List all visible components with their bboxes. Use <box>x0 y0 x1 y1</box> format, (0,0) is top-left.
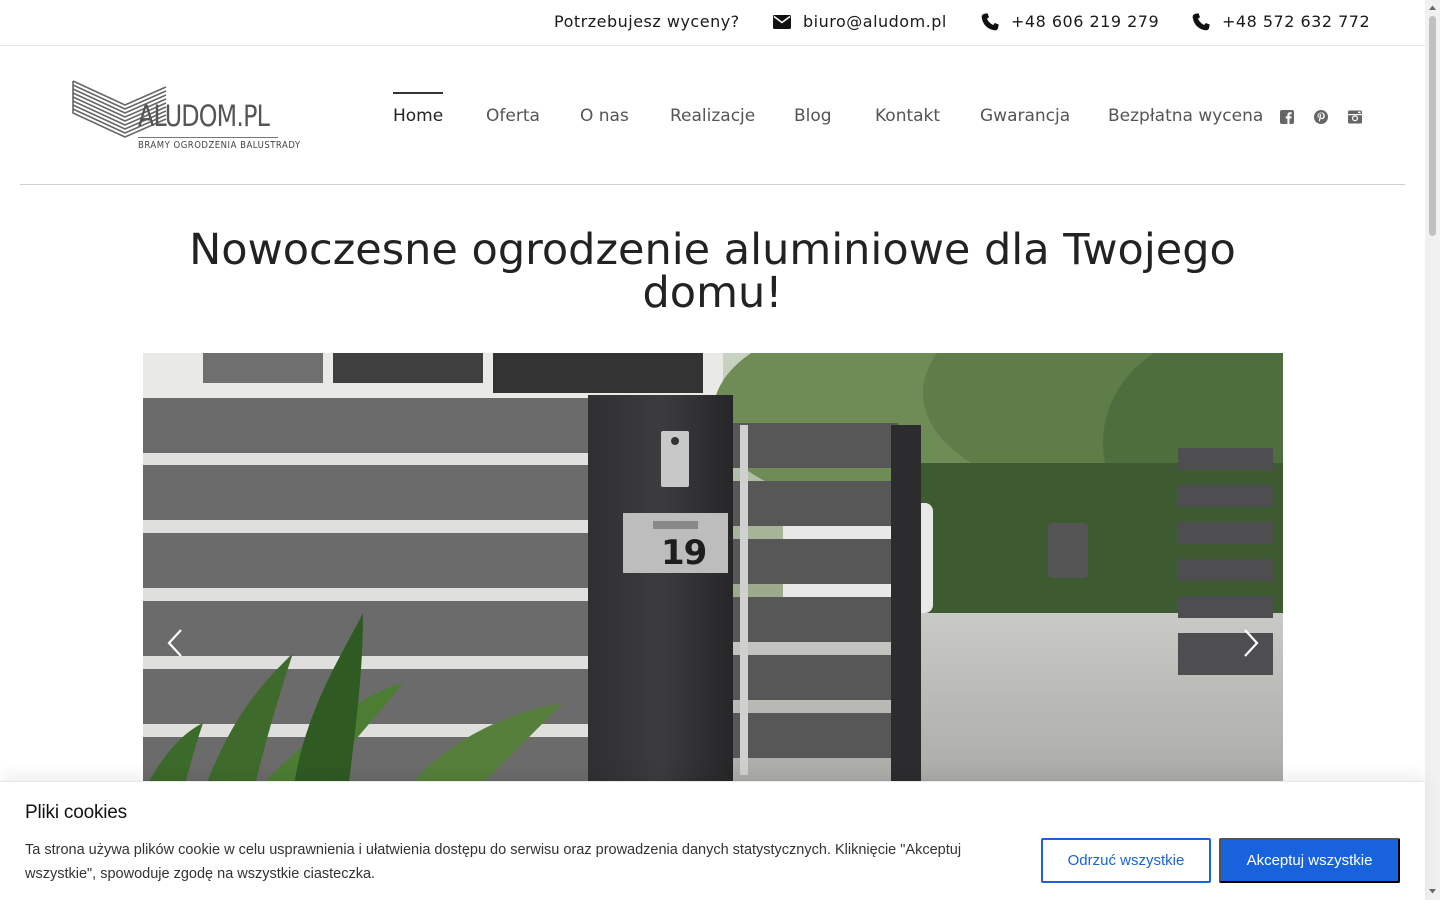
scrollbar-thumb[interactable] <box>1429 16 1436 236</box>
scroll-up-icon[interactable] <box>1428 3 1437 12</box>
nav-item-home[interactable]: Home <box>393 92 444 126</box>
instagram-icon[interactable] <box>1347 109 1363 125</box>
logo-tagline: BRAMY OGRODZENIA BALUSTRADY <box>138 140 301 151</box>
facebook-icon[interactable] <box>1279 109 1295 125</box>
nav-item-kontakt[interactable]: Kontakt <box>875 106 940 126</box>
chevron-left-icon[interactable] <box>165 628 185 658</box>
slide-house-number: 19 <box>661 533 707 573</box>
nav-item-bezplatna-wycena[interactable]: Bezpłatna wycena <box>1108 106 1263 126</box>
logo[interactable]: ALUDOM.PL BRAMY OGRODZENIA BALUSTRADY <box>70 79 300 159</box>
phone-text-2: +48 572 632 772 <box>1222 12 1371 31</box>
fence-photo <box>143 353 1283 793</box>
pinterest-icon[interactable] <box>1313 109 1329 125</box>
nav-item-blog[interactable]: Blog <box>794 106 832 126</box>
email-text: biuro@aludom.pl <box>803 12 947 31</box>
hero-slider[interactable]: 19 <box>143 353 1283 793</box>
phone-icon <box>1192 12 1210 30</box>
page-title-line-2: domu! <box>642 268 783 318</box>
nav-item-gwarancja[interactable]: Gwarancja <box>980 106 1070 126</box>
phone-text-1: +48 606 219 279 <box>1011 12 1160 31</box>
page-title-line-1: Nowoczesne ogrodzenie aluminiowe dla Two… <box>189 225 1236 275</box>
phone-link-1[interactable]: +48 606 219 279 <box>981 12 1159 31</box>
site-header: ALUDOM.PL BRAMY OGRODZENIA BALUSTRADY Ho… <box>20 47 1405 185</box>
nav-item-realizacje[interactable]: Realizacje <box>670 106 755 126</box>
email-link[interactable]: biuro@aludom.pl <box>773 12 947 31</box>
cookie-banner: Pliki cookies Ta strona używa plików coo… <box>0 781 1425 900</box>
page-scrollbar[interactable] <box>1425 0 1440 900</box>
cookie-text: Ta strona używa plików cookie w celu usp… <box>25 842 962 882</box>
accept-all-button[interactable]: Akceptuj wszystkie <box>1219 838 1400 883</box>
page-title: Nowoczesne ogrodzenie aluminiowe dla Two… <box>0 229 1425 315</box>
nav-item-oferta[interactable]: Oferta <box>486 106 540 126</box>
logo-name: ALUDOM.PL <box>138 99 270 133</box>
reject-all-button[interactable]: Odrzuć wszystkie <box>1041 838 1211 883</box>
logo-divider <box>138 137 278 138</box>
quote-question-text: Potrzebujesz wyceny? <box>554 12 740 31</box>
scroll-down-icon[interactable] <box>1428 887 1437 896</box>
cookie-title: Pliki cookies <box>25 802 127 823</box>
nav-item-o-nas[interactable]: O nas <box>580 106 629 126</box>
chevron-right-icon[interactable] <box>1241 628 1261 658</box>
envelope-icon <box>773 14 791 29</box>
quote-question[interactable]: Potrzebujesz wyceny? <box>554 12 740 31</box>
top-bar: Potrzebujesz wyceny? biuro@aludom.pl +48… <box>0 0 1425 46</box>
phone-icon <box>981 12 999 30</box>
phone-link-2[interactable]: +48 572 632 772 <box>1192 12 1370 31</box>
